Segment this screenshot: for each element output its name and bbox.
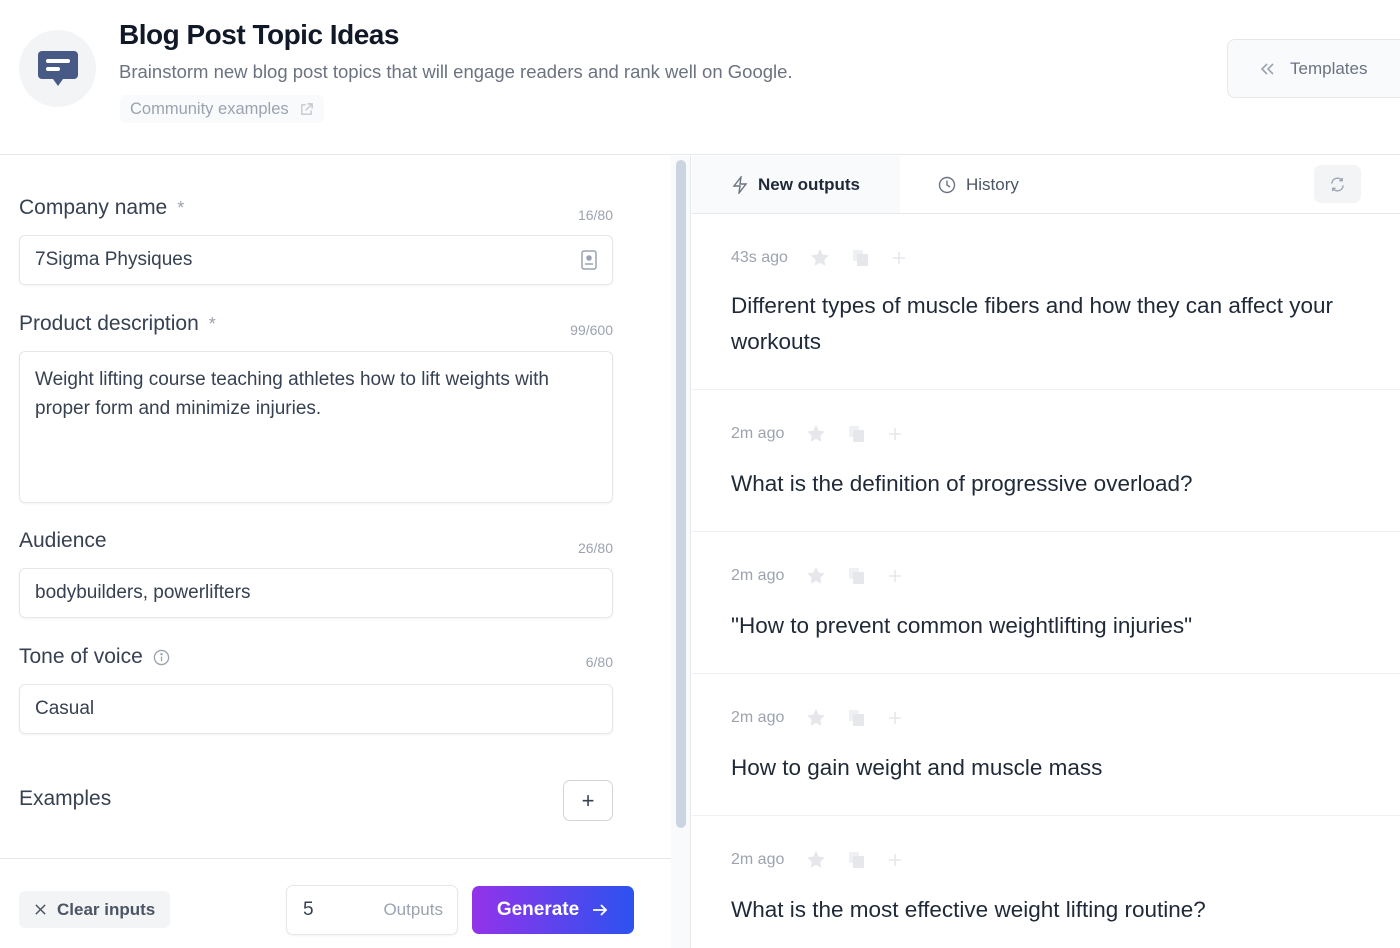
plus-icon[interactable] xyxy=(888,569,902,583)
copy-icon[interactable] xyxy=(848,709,866,727)
output-item: 2m ago "How to prevent common weightlift… xyxy=(692,532,1400,674)
output-meta: 2m ago xyxy=(731,566,902,585)
outputs-count-value: 5 xyxy=(303,899,314,920)
audience-label-text: Audience xyxy=(19,529,107,552)
tab-history-label: History xyxy=(966,174,1019,194)
info-icon[interactable] xyxy=(153,649,170,666)
tab-new-outputs-label: New outputs xyxy=(758,174,860,194)
star-icon[interactable] xyxy=(806,424,826,443)
community-examples-label: Community examples xyxy=(130,99,289,118)
form-scrollbar[interactable] xyxy=(671,156,691,948)
page-title: Blog Post Topic Ideas xyxy=(119,19,399,50)
output-meta: 2m ago xyxy=(731,850,902,869)
product-description-counter: 99/600 xyxy=(570,322,613,338)
product-description-label: Product description * xyxy=(19,312,216,336)
output-time: 43s ago xyxy=(731,248,788,266)
outputs-tabs: New outputs History xyxy=(692,156,1400,214)
examples-label: Examples xyxy=(19,787,112,810)
output-text[interactable]: What is the definition of progressive ov… xyxy=(731,466,1351,502)
plus-icon[interactable] xyxy=(888,427,902,441)
product-description-textarea[interactable]: Weight lifting course teaching athletes … xyxy=(19,351,613,503)
audience-input[interactable]: bodybuilders, powerlifters xyxy=(19,568,613,618)
templates-button[interactable]: Templates xyxy=(1227,39,1400,98)
page-header: Blog Post Topic Ideas Brainstorm new blo… xyxy=(0,0,1400,155)
company-name-counter: 16/80 xyxy=(577,207,613,223)
output-text[interactable]: What is the most effective weight liftin… xyxy=(731,892,1351,928)
generate-button[interactable]: Generate xyxy=(472,886,634,934)
clock-icon xyxy=(938,176,956,193)
add-example-button[interactable]: + xyxy=(563,780,613,821)
chat-message-icon xyxy=(37,50,78,86)
output-meta: 2m ago xyxy=(731,424,902,443)
company-name-label: Company name * xyxy=(19,196,184,220)
close-icon xyxy=(35,904,46,915)
output-time: 2m ago xyxy=(731,850,785,868)
output-time: 2m ago xyxy=(731,424,785,442)
output-text[interactable]: How to gain weight and muscle mass xyxy=(731,750,1351,786)
arrow-right-icon xyxy=(593,904,608,916)
outputs-count-input[interactable]: 5 Outputs xyxy=(286,885,458,935)
outputs-panel: New outputs History 43s ago Different ty… xyxy=(692,156,1400,948)
input-form: Company name * 16/80 7Sigma Physiques Pr… xyxy=(0,156,671,858)
required-marker: * xyxy=(177,197,185,218)
clear-inputs-button[interactable]: Clear inputs xyxy=(19,891,171,928)
scrollbar-thumb[interactable] xyxy=(676,160,686,828)
company-name-value: 7Sigma Physiques xyxy=(35,249,193,270)
output-time: 2m ago xyxy=(731,708,785,726)
plus-icon[interactable] xyxy=(888,853,902,867)
generate-label: Generate xyxy=(496,899,580,920)
templates-label: Templates xyxy=(1290,58,1368,78)
clear-inputs-label: Clear inputs xyxy=(57,899,156,919)
chevrons-left-icon xyxy=(1260,62,1274,75)
tone-of-voice-counter: 6/80 xyxy=(585,654,613,670)
tab-history[interactable]: History xyxy=(938,156,1019,213)
company-name-input[interactable]: 7Sigma Physiques xyxy=(19,235,613,285)
plus-icon: + xyxy=(581,787,595,813)
product-description-label-text: Product description xyxy=(19,312,199,335)
copy-icon[interactable] xyxy=(848,567,866,585)
external-link-icon xyxy=(300,102,313,115)
tone-of-voice-input[interactable]: Casual xyxy=(19,684,613,734)
plus-icon[interactable] xyxy=(888,711,902,725)
page-subtitle: Brainstorm new blog post topics that wil… xyxy=(119,61,793,82)
contact-card-icon xyxy=(581,250,597,270)
company-name-label-text: Company name xyxy=(19,196,168,219)
outputs-count-label: Outputs xyxy=(383,900,443,919)
output-meta: 2m ago xyxy=(731,708,902,727)
star-icon[interactable] xyxy=(806,708,826,727)
output-item: 2m ago What is the definition of progres… xyxy=(692,390,1400,532)
output-text[interactable]: Different types of muscle fibers and how… xyxy=(731,288,1351,360)
plus-icon[interactable] xyxy=(892,251,906,265)
output-time: 2m ago xyxy=(731,566,785,584)
audience-label: Audience xyxy=(19,529,107,553)
copy-icon[interactable] xyxy=(848,425,866,443)
star-icon[interactable] xyxy=(806,566,826,585)
output-meta: 43s ago xyxy=(731,248,906,267)
required-marker: * xyxy=(208,313,216,334)
form-footer: Clear inputs 5 Outputs Generate xyxy=(0,858,671,948)
output-item: 43s ago Different types of muscle fibers… xyxy=(692,215,1400,390)
copy-icon[interactable] xyxy=(848,851,866,869)
tab-new-outputs[interactable]: New outputs xyxy=(692,156,900,213)
output-item: 2m ago How to gain weight and muscle mas… xyxy=(692,674,1400,816)
app-logo xyxy=(19,30,96,107)
audience-counter: 26/80 xyxy=(577,540,613,556)
refresh-icon xyxy=(1331,176,1344,192)
tone-of-voice-label-text: Tone of voice xyxy=(19,645,143,668)
copy-icon[interactable] xyxy=(852,249,870,267)
output-text[interactable]: "How to prevent common weightlifting inj… xyxy=(731,608,1351,644)
community-examples-link[interactable]: Community examples xyxy=(120,95,324,123)
tone-of-voice-label: Tone of voice xyxy=(19,645,170,669)
lightning-icon xyxy=(732,175,748,194)
star-icon[interactable] xyxy=(810,248,830,267)
refresh-button[interactable] xyxy=(1314,165,1361,203)
output-item: 2m ago What is the most effective weight… xyxy=(692,816,1400,948)
star-icon[interactable] xyxy=(806,850,826,869)
